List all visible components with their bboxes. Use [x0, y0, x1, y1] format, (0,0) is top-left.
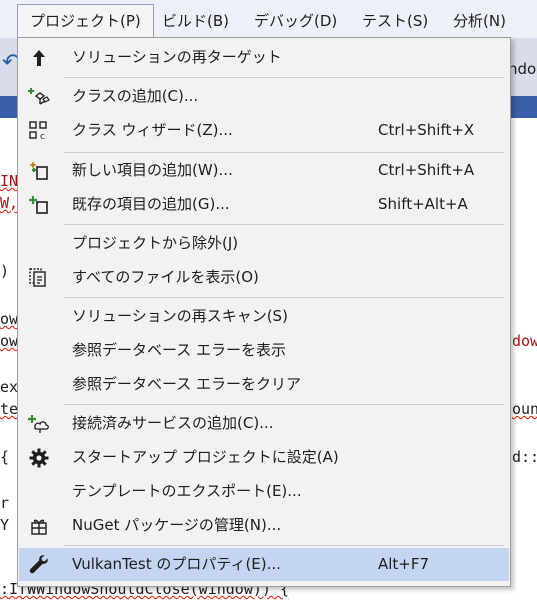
existing-item-icon [21, 188, 57, 221]
nuget-icon [21, 509, 57, 542]
code-fragment: te [0, 400, 19, 418]
menu-item-label: ソリューションの再スキャン(S) [72, 307, 288, 325]
code-fragment: ow [0, 332, 19, 350]
menu-item-label: NuGet パッケージの管理(N)... [72, 516, 282, 534]
code-fragment: dow" [512, 332, 537, 350]
menu-item-label: すべてのファイルを表示(O) [72, 268, 259, 286]
menu-item-add-connected-service[interactable]: 接続済みサービスの追加(C)... [19, 407, 509, 440]
menu-item-set-as-startup[interactable]: スタートアップ プロジェクトに設定(A) [19, 441, 509, 474]
menu-item-label: 接続済みサービスの追加(C)... [72, 414, 274, 432]
menu-analyze[interactable]: 分析(N) [453, 10, 506, 31]
class-wizard-icon: c [21, 114, 57, 147]
gear-icon [21, 441, 57, 474]
menu-item-clear-browse-db-errors[interactable]: 参照データベース エラーをクリア [19, 368, 509, 401]
menu-item-class-wizard[interactable]: c クラス ウィザード(Z)... Ctrl+Shift+X [19, 114, 509, 147]
menu-item-label: テンプレートのエクスポート(E)... [72, 482, 302, 500]
svg-text:c: c [40, 132, 45, 141]
menu-item-retarget-solution[interactable]: ソリューションの再ターゲット [19, 41, 509, 74]
menu-item-label: 既存の項目の追加(G)... [72, 195, 230, 213]
add-class-icon [21, 80, 57, 113]
code-fragment: r [0, 494, 10, 512]
menu-item-shortcut: Alt+F7 [378, 555, 430, 573]
code-fragment: ex [0, 378, 19, 396]
menu-item-shortcut: Shift+Alt+A [378, 195, 468, 213]
menu-item-properties[interactable]: VulkanTest のプロパティ(E)... Alt+F7 [19, 548, 509, 581]
menu-separator [64, 545, 504, 546]
menu-separator [64, 297, 504, 298]
menu-item-label: ソリューションの再ターゲット [72, 48, 282, 66]
menu-separator [64, 404, 504, 405]
code-fragment: d:: [512, 448, 537, 466]
code-fragment: ) [0, 262, 10, 280]
menu-separator [64, 152, 504, 153]
menu-item-label: 新しい項目の追加(W)... [72, 161, 233, 179]
code-fragment: { [0, 448, 10, 466]
code-fragment: ount [512, 400, 537, 418]
menu-item-label: クラス ウィザード(Z)... [72, 121, 233, 139]
menu-test[interactable]: テスト(S) [362, 10, 428, 31]
menu-item-rescan-solution[interactable]: ソリューションの再スキャン(S) [19, 300, 509, 333]
menu-item-exclude-from-project[interactable]: プロジェクトから除外(J) [19, 227, 509, 260]
menu-item-label: 参照データベース エラーを表示 [72, 341, 287, 359]
menu-item-show-all-files[interactable]: すべてのファイルを表示(O) [19, 261, 509, 294]
menu-item-label: スタートアップ プロジェクトに設定(A) [72, 448, 339, 466]
menu-item-shortcut: Ctrl+Shift+X [378, 121, 475, 139]
new-item-icon [21, 154, 57, 187]
toolbar-text: ndo [508, 60, 537, 78]
show-all-files-icon [21, 261, 57, 294]
menu-item-show-browse-db-errors[interactable]: 参照データベース エラーを表示 [19, 334, 509, 367]
menu-item-label: クラスの追加(C)... [72, 87, 199, 105]
menu-item-export-template[interactable]: テンプレートのエクスポート(E)... [19, 475, 509, 508]
code-fragment: W, [0, 194, 19, 212]
menu-project[interactable]: プロジェクト(P) [17, 4, 154, 37]
menu-item-add-class[interactable]: クラスの追加(C)... [19, 80, 509, 113]
project-menu-dropdown: ソリューションの再ターゲット クラスの追加(C)... c クラス ウィザード(… [17, 37, 511, 587]
main-menubar: プロジェクト(P) ビルド(B) デバッグ(D) テスト(S) 分析(N) [0, 0, 537, 38]
menu-item-shortcut: Ctrl+Shift+A [378, 161, 475, 179]
menu-item-label: 参照データベース エラーをクリア [72, 375, 302, 393]
wrench-icon [21, 548, 57, 581]
menu-debug[interactable]: デバッグ(D) [254, 10, 337, 31]
menu-item-add-new-item[interactable]: 新しい項目の追加(W)... Ctrl+Shift+A [19, 154, 509, 187]
menu-separator [64, 77, 504, 78]
menu-item-label: VulkanTest のプロパティ(E)... [72, 555, 281, 573]
menu-item-add-existing-item[interactable]: 既存の項目の追加(G)... Shift+Alt+A [19, 188, 509, 221]
arrow-up-icon [21, 41, 57, 74]
code-fragment: Y [0, 516, 10, 534]
connected-service-icon [21, 407, 57, 440]
menu-build[interactable]: ビルド(B) [162, 10, 229, 31]
menu-item-label: プロジェクトから除外(J) [72, 234, 239, 252]
menu-separator [64, 224, 504, 225]
menu-item-manage-nuget[interactable]: NuGet パッケージの管理(N)... [19, 509, 509, 542]
